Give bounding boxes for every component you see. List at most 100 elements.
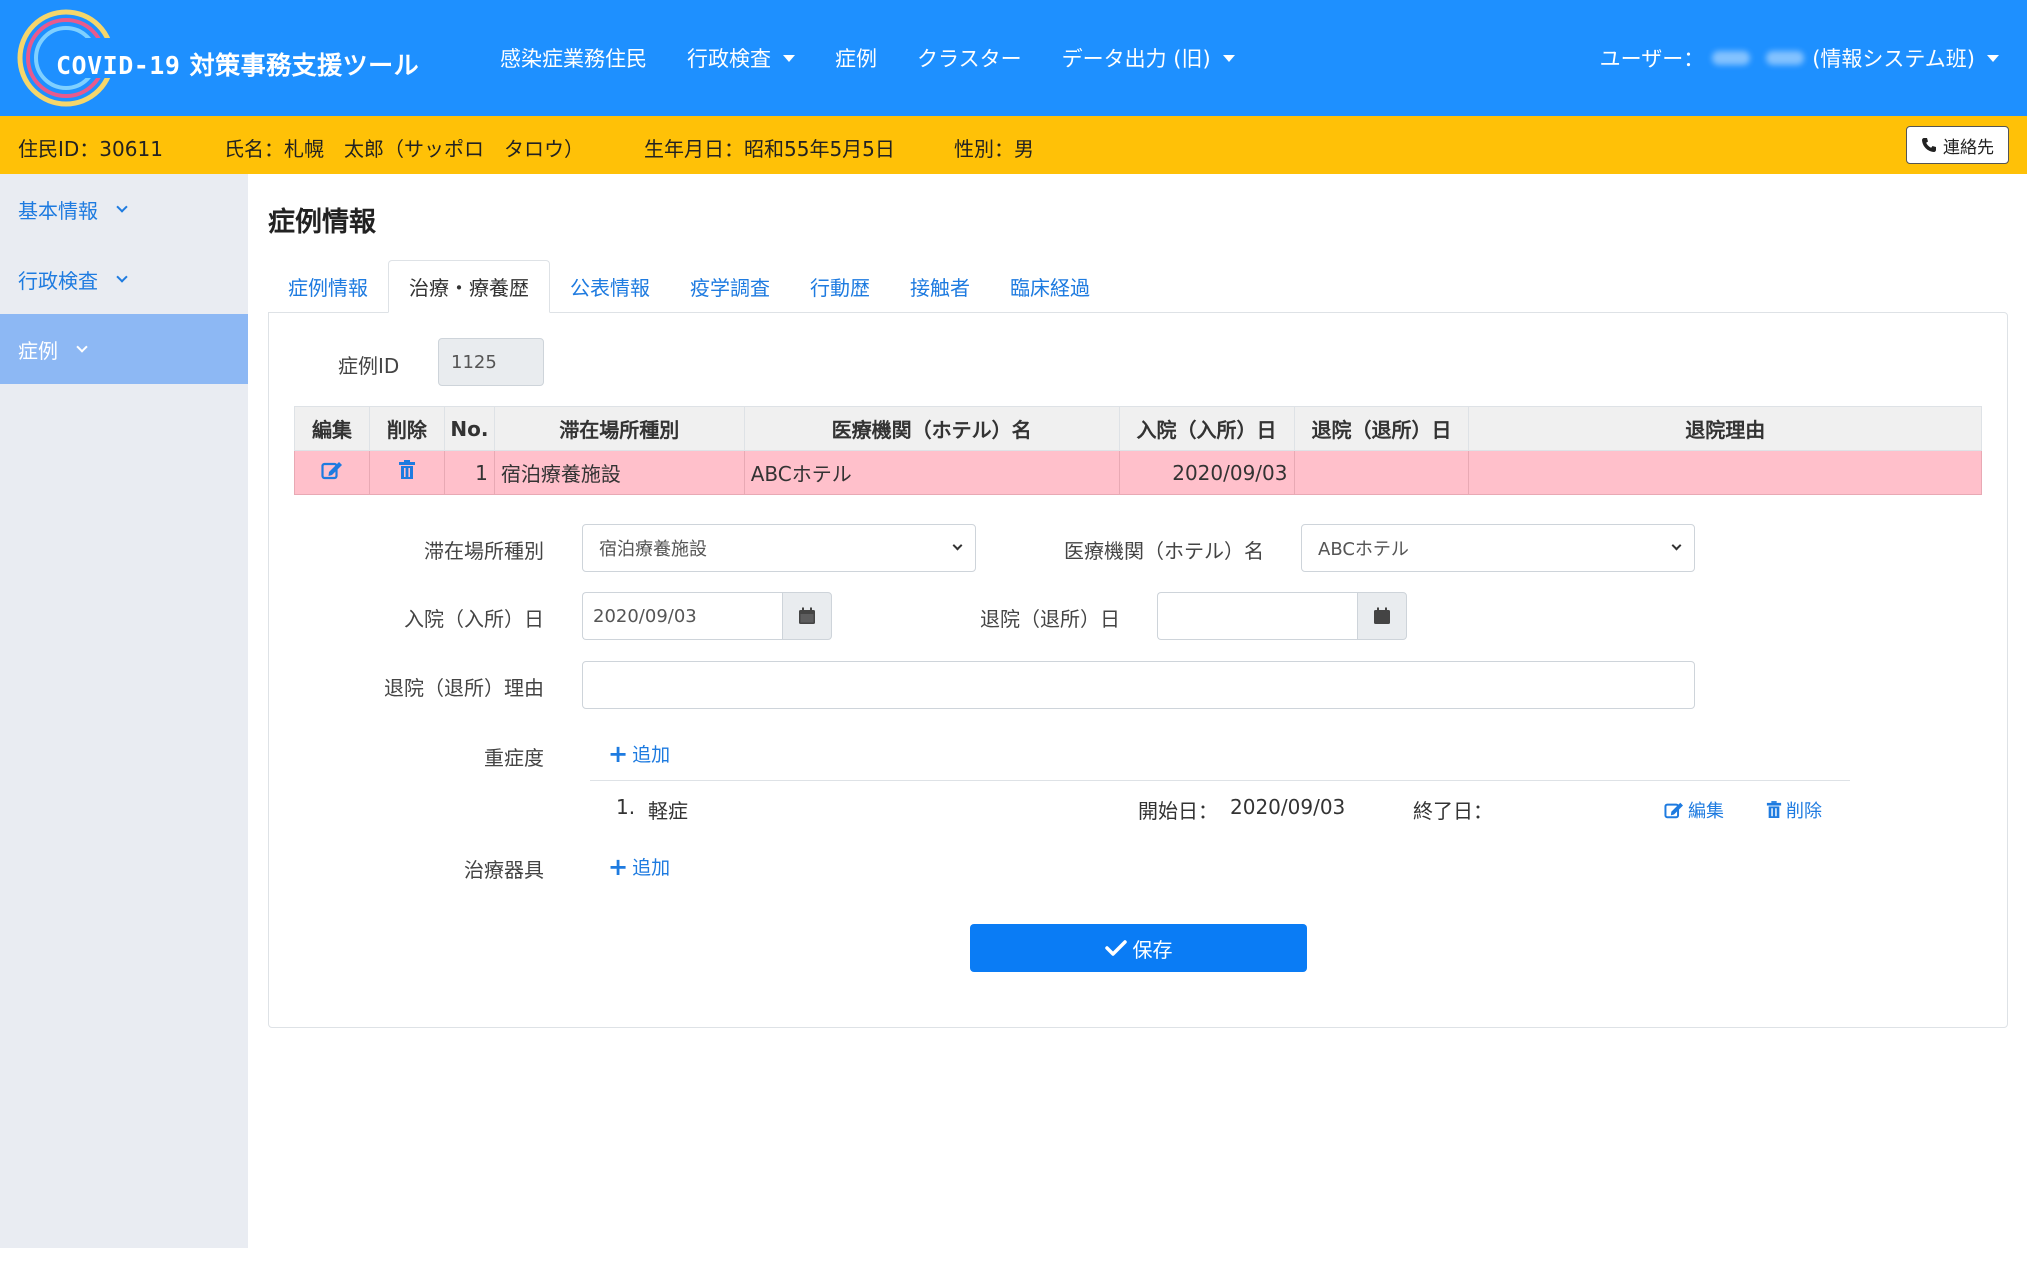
tab-case-info[interactable]: 症例情報 xyxy=(268,260,388,313)
chevron-down-icon xyxy=(76,341,88,353)
edit-cell[interactable] xyxy=(294,450,370,495)
facility-select[interactable]: ABCホテル xyxy=(1301,524,1695,572)
tab-label: 症例情報 xyxy=(288,276,368,300)
trash-icon[interactable] xyxy=(398,460,416,480)
tab-contacts[interactable]: 接触者 xyxy=(890,260,990,313)
sidebar-item-admin-test[interactable]: 行政検査 xyxy=(0,244,248,314)
device-label: 治療器具 xyxy=(464,858,544,882)
column-header: 削除 xyxy=(368,406,445,451)
stay-type-select[interactable]: 宿泊療養施設 xyxy=(582,524,976,572)
save-button[interactable]: 保存 xyxy=(970,924,1307,972)
discharge-date-label: 退院（退所）日 xyxy=(980,607,1120,631)
table-header-row: 編集 削除 No. 滞在場所種別 医療機関（ホテル）名 入院（入所）日 退院（退… xyxy=(294,406,1982,451)
tab-treatment-history[interactable]: 治療・療養歴 xyxy=(388,260,550,313)
nav-residents-label: 感染症業務住民 xyxy=(500,47,647,71)
discharge-date-input[interactable] xyxy=(1157,592,1357,640)
tab-label: 行動歴 xyxy=(810,276,870,300)
add-severity-link[interactable]: + 追加 xyxy=(608,740,670,767)
tab-clinical-course[interactable]: 臨床経過 xyxy=(990,260,1110,313)
sidebar: 基本情報 行政検査 症例 xyxy=(0,174,248,1248)
stay-type-label: 滞在場所種別 xyxy=(424,539,544,563)
case-id-label: 症例ID xyxy=(338,354,400,378)
nav-residents[interactable]: 感染症業務住民 xyxy=(500,43,647,73)
nav-cases[interactable]: 症例 xyxy=(835,43,877,73)
cell-admit-date: 2020/09/03 xyxy=(1118,450,1295,495)
severity-start-label: 開始日： xyxy=(1138,799,1218,823)
caret-down-icon xyxy=(1222,54,1235,62)
severity-delete-button[interactable]: 削除 xyxy=(1766,797,1822,823)
case-id-value: 1125 xyxy=(451,351,497,373)
plus-icon: + xyxy=(608,852,629,881)
redacted-name xyxy=(1766,51,1805,65)
tab-publication[interactable]: 公表情報 xyxy=(550,260,670,313)
sidebar-item-basic-info[interactable]: 基本情報 xyxy=(0,174,248,244)
reason-input[interactable] xyxy=(582,661,1695,709)
chevron-down-icon xyxy=(952,540,963,551)
brand-title: COVID-19 対策事務支援ツール xyxy=(56,46,419,82)
resident-sex: 性別：男 xyxy=(954,137,1034,161)
phone-icon xyxy=(1922,138,1936,152)
cell-reason xyxy=(1468,450,1982,495)
brand-suffix: 対策事務支援ツール xyxy=(180,51,420,80)
resident-name: 氏名：札幌 太郎（サッポロ タロウ） xyxy=(224,137,584,161)
tab-label: 治療・療養歴 xyxy=(409,276,529,300)
cell-facility: ABCホテル xyxy=(743,450,1120,495)
edit-icon[interactable] xyxy=(321,460,343,480)
severity-edit-button[interactable]: 編集 xyxy=(1664,797,1724,823)
resident-info-bar: 住民ID：30611 氏名：札幌 太郎（サッポロ タロウ） 生年月日：昭和55年… xyxy=(0,116,2027,174)
edit-icon xyxy=(1664,802,1683,819)
column-header: 滞在場所種別 xyxy=(493,406,745,451)
user-org: (情報システム班) xyxy=(1812,47,1975,71)
redacted-name xyxy=(1712,51,1751,65)
severity-start-value: 2020/09/03 xyxy=(1230,795,1346,819)
resident-birth: 生年月日：昭和55年5月5日 xyxy=(644,137,895,161)
stay-type-selected: 宿泊療養施設 xyxy=(599,539,707,560)
severity-end-label: 終了日： xyxy=(1413,799,1493,823)
nav-admin-test-label: 行政検査 xyxy=(687,47,771,71)
tab-epidemiology[interactable]: 疫学調査 xyxy=(670,260,790,313)
main-nav: 感染症業務住民 行政検査 症例 クラスター データ出力 (旧) xyxy=(500,0,1275,116)
nav-cluster-label: クラスター xyxy=(917,47,1022,71)
add-device-link[interactable]: + 追加 xyxy=(608,853,670,880)
admit-date-label: 入院（入所）日 xyxy=(404,607,544,631)
column-header: 入院（入所）日 xyxy=(1118,406,1295,451)
tab-label: 臨床経過 xyxy=(1010,276,1090,300)
page-title: 症例情報 xyxy=(268,207,376,238)
trash-icon xyxy=(1766,801,1782,818)
tab-label: 接触者 xyxy=(910,276,970,300)
user-menu[interactable]: ユーザー： (情報システム班) xyxy=(1600,0,1999,116)
chevron-down-icon xyxy=(116,201,128,213)
column-header: 医療機関（ホテル）名 xyxy=(743,406,1120,451)
check-icon xyxy=(1104,940,1127,956)
severity-label: 重症度 xyxy=(484,746,544,770)
nav-data-export[interactable]: データ出力 (旧) xyxy=(1062,43,1235,73)
table-row[interactable]: 1 宿泊療養施設 ABCホテル 2020/09/03 xyxy=(294,450,1982,495)
page-bottom xyxy=(0,1248,2027,1287)
admit-date-value: 2020/09/03 xyxy=(593,605,697,627)
add-severity-label: 追加 xyxy=(632,744,671,766)
nav-admin-test[interactable]: 行政検査 xyxy=(687,43,795,73)
sidebar-item-label: 基本情報 xyxy=(18,198,98,223)
contact-button-label: 連絡先 xyxy=(1943,137,1994,158)
tab-activity-history[interactable]: 行動歴 xyxy=(790,260,890,313)
sidebar-item-cases[interactable]: 症例 xyxy=(0,314,248,384)
severity-delete-label: 削除 xyxy=(1786,801,1822,822)
facility-label: 医療機関（ホテル）名 xyxy=(1064,539,1264,563)
calendar-icon xyxy=(799,607,815,624)
stay-history-table: 編集 削除 No. 滞在場所種別 医療機関（ホテル）名 入院（入所）日 退院（退… xyxy=(294,406,1982,495)
discharge-date-group xyxy=(1157,592,1407,640)
brand[interactable]: COVID-19 対策事務支援ツール xyxy=(16,8,419,108)
chevron-down-icon xyxy=(116,271,128,283)
contact-button[interactable]: 連絡先 xyxy=(1906,126,2009,164)
nav-cluster[interactable]: クラスター xyxy=(917,43,1022,73)
admit-date-picker-button[interactable] xyxy=(782,592,832,640)
delete-cell[interactable] xyxy=(368,450,445,495)
admit-date-input[interactable]: 2020/09/03 xyxy=(582,592,782,640)
column-header: 編集 xyxy=(294,406,370,451)
top-navbar: COVID-19 対策事務支援ツール 感染症業務住民 行政検査 症例 クラスター… xyxy=(0,0,2027,116)
cell-no: 1 xyxy=(443,450,495,495)
tab-label: 疫学調査 xyxy=(690,276,770,300)
severity-name: 軽症 xyxy=(648,799,688,823)
list-item: 1. 軽症 開始日： 2020/09/03 終了日： 編集 削除 xyxy=(590,785,1850,829)
discharge-date-picker-button[interactable] xyxy=(1357,592,1407,640)
